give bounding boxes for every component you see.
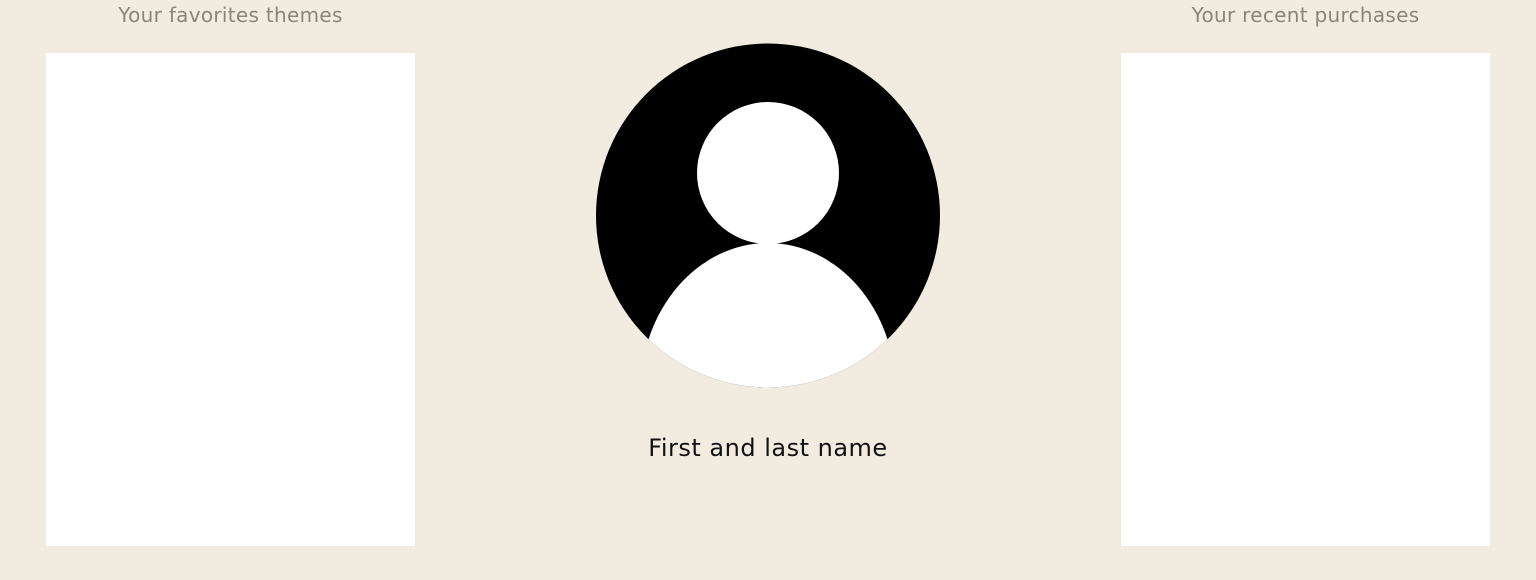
- user-avatar-icon[interactable]: [596, 43, 940, 388]
- user-full-name: First and last name: [648, 434, 888, 462]
- recent-purchases-title: Your recent purchases: [1191, 3, 1420, 27]
- favorites-themes-panel: [46, 53, 415, 546]
- favorites-themes-title: Your favorites themes: [118, 3, 343, 27]
- profile-page: Your favorites themes First and last nam…: [0, 0, 1536, 580]
- recent-purchases-panel: [1121, 53, 1490, 546]
